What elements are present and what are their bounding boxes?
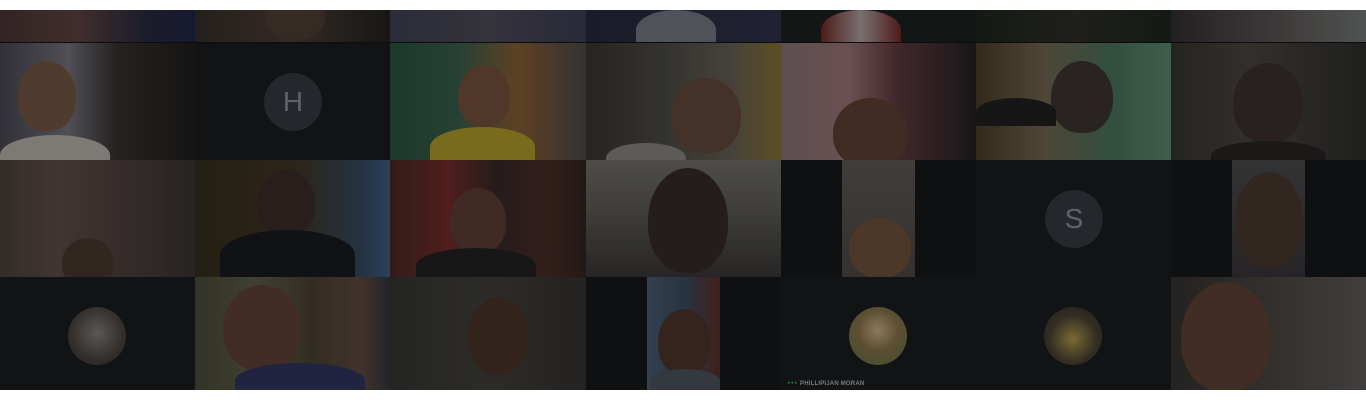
- participant-tile[interactable]: [390, 10, 586, 42]
- participant-name: PHILLIPIJAN MORAN: [800, 381, 865, 387]
- participant-tile[interactable]: [781, 160, 976, 277]
- participant-tile[interactable]: H: [195, 43, 390, 160]
- participant-tile[interactable]: [0, 10, 195, 42]
- participant-tile[interactable]: [390, 277, 586, 390]
- participant-tile[interactable]: [781, 43, 976, 160]
- participant-tile[interactable]: [586, 10, 781, 42]
- participant-silhouette: [416, 248, 536, 277]
- participant-silhouette: [257, 170, 315, 236]
- participant-silhouette: [1233, 63, 1303, 143]
- participant-tile[interactable]: [976, 10, 1171, 42]
- participant-tile[interactable]: [1171, 277, 1366, 390]
- participant-avatar: [1044, 307, 1102, 365]
- participant-tile[interactable]: S: [976, 160, 1171, 277]
- participant-silhouette: [671, 78, 741, 153]
- participant-tile[interactable]: [1171, 10, 1366, 42]
- participant-avatar: [849, 307, 907, 365]
- participant-silhouette: [658, 309, 710, 375]
- participant-tile[interactable]: [586, 160, 781, 277]
- video-feed: [390, 10, 586, 42]
- participant-tile[interactable]: [1171, 43, 1366, 160]
- participant-silhouette: [235, 363, 365, 390]
- video-feed: [1171, 10, 1366, 42]
- participant-avatar: [68, 307, 126, 365]
- participant-silhouette: [636, 10, 716, 42]
- participant-silhouette: [458, 65, 510, 127]
- participant-silhouette: [833, 98, 908, 160]
- participant-silhouette: [220, 230, 355, 277]
- participant-tile[interactable]: [781, 10, 976, 42]
- participant-tile[interactable]: ••• PHILLIPIJAN MORAN: [781, 277, 976, 390]
- audio-dots-icon: •••: [787, 380, 798, 387]
- participant-silhouette: [430, 127, 535, 160]
- meeting-stage: H S ••• PHILLIPIJAN MORAN: [0, 10, 1366, 390]
- participant-tile[interactable]: [0, 160, 195, 277]
- video-feed: [976, 10, 1171, 42]
- participant-tile[interactable]: [390, 43, 586, 160]
- participant-tile[interactable]: [1171, 160, 1366, 277]
- video-feed: [0, 10, 195, 42]
- participant-silhouette: [1051, 61, 1113, 133]
- participant-tile[interactable]: [976, 43, 1171, 160]
- participant-silhouette: [1181, 282, 1271, 390]
- participant-silhouette: [450, 188, 506, 254]
- participant-silhouette: [223, 285, 301, 371]
- participant-tile[interactable]: [586, 277, 781, 390]
- participant-silhouette: [1235, 172, 1303, 268]
- participant-tile[interactable]: [195, 10, 390, 42]
- participant-tile[interactable]: [195, 160, 390, 277]
- participant-avatar: H: [264, 73, 322, 131]
- microphone-arm: [976, 98, 1056, 126]
- participant-tile[interactable]: [976, 277, 1171, 390]
- participant-tile[interactable]: [0, 277, 195, 390]
- participant-silhouette: [648, 168, 728, 273]
- participant-avatar: S: [1045, 190, 1103, 248]
- participant-grid: H S ••• PHILLIPIJAN MORAN: [0, 10, 1366, 390]
- participant-silhouette: [468, 297, 528, 375]
- participant-tile[interactable]: [586, 43, 781, 160]
- participant-silhouette: [849, 218, 911, 277]
- participant-tile[interactable]: [0, 43, 195, 160]
- participant-silhouette: [18, 61, 76, 131]
- participant-silhouette: [821, 10, 901, 42]
- participant-tile[interactable]: [390, 160, 586, 277]
- participant-tile[interactable]: [195, 277, 390, 390]
- participant-silhouette: [650, 369, 720, 390]
